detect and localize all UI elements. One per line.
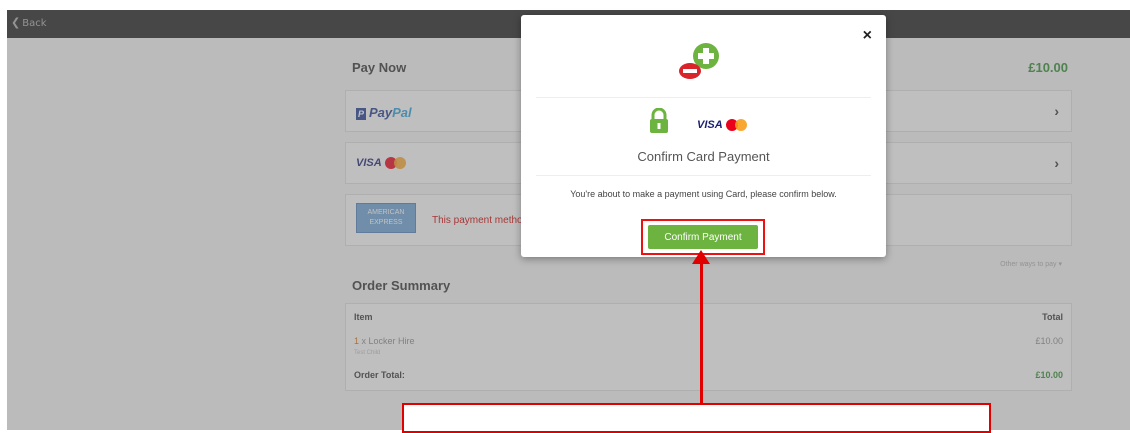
app-logo-icon <box>679 43 719 79</box>
divider <box>536 97 871 98</box>
annotation-callout-box <box>402 403 991 433</box>
modal-title: Confirm Card Payment <box>637 149 770 164</box>
modal-message: You're about to make a payment using Car… <box>570 189 837 199</box>
divider <box>536 175 871 176</box>
mastercard-icon <box>725 119 748 132</box>
visa-mastercard-logo: VISA <box>697 119 748 132</box>
annotation-arrow <box>700 262 703 403</box>
confirm-payment-button[interactable]: Confirm Payment <box>648 225 758 249</box>
lock-icon <box>650 108 668 133</box>
close-icon[interactable]: × <box>863 27 872 45</box>
confirm-payment-modal: × VISA Confirm Card Payment You're about… <box>521 15 886 257</box>
